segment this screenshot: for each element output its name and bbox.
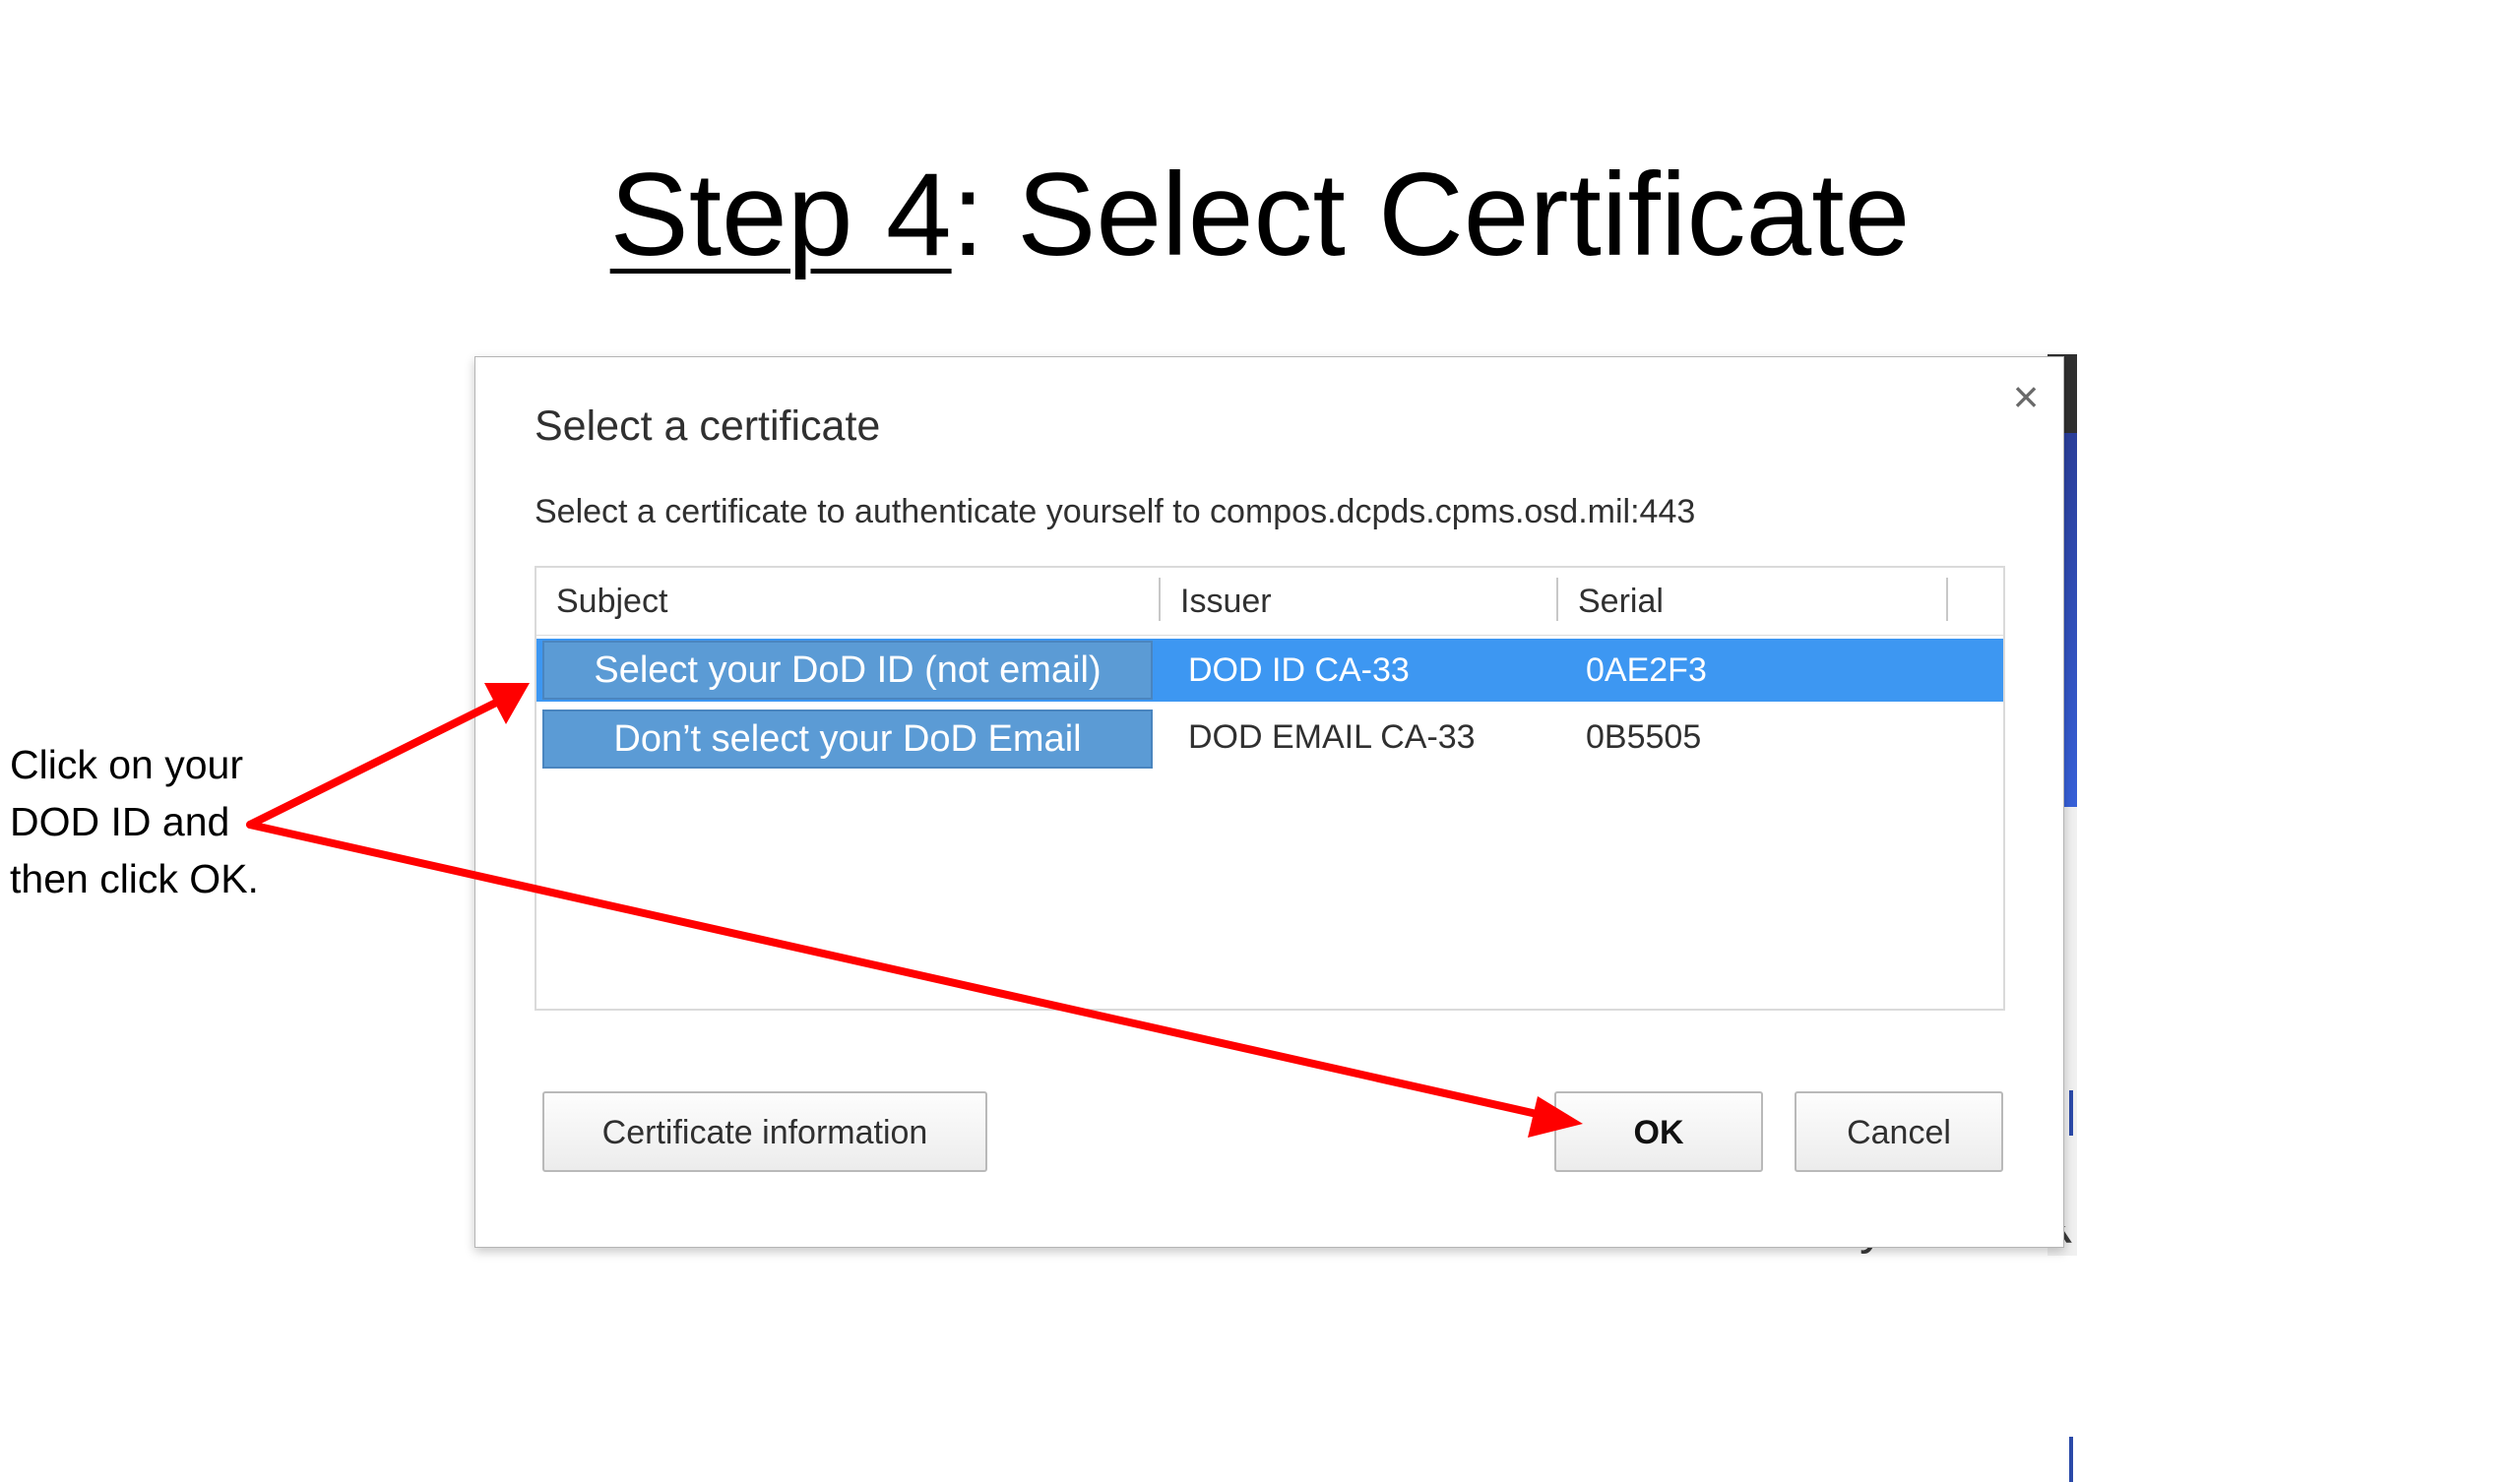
table-row[interactable]: Don’t select your DoD Email DOD EMAIL CA…: [536, 706, 2003, 769]
instruction-note: Click on your DOD ID and then click OK.: [10, 736, 259, 907]
ok-button[interactable]: OK: [1554, 1091, 1763, 1172]
instruction-line: then click OK.: [10, 856, 259, 901]
column-header-issuer[interactable]: Issuer: [1161, 568, 1558, 635]
column-header-subject[interactable]: Subject: [536, 568, 1161, 635]
serial-cell[interactable]: 0B5505: [1558, 706, 1701, 769]
certificate-table: Subject Issuer Serial Select your DoD ID…: [535, 566, 2005, 1011]
issuer-cell[interactable]: DOD ID CA-33: [1161, 639, 1410, 702]
slide-title-text: : Select Certificate: [951, 149, 1911, 280]
column-header-serial[interactable]: Serial: [1558, 568, 1948, 635]
instruction-line: DOD ID and: [10, 799, 230, 844]
background-window-mark: [2069, 1437, 2073, 1482]
slide-title-step: Step 4: [609, 149, 952, 280]
dialog-title: Select a certificate: [535, 402, 881, 450]
issuer-cell[interactable]: DOD EMAIL CA-33: [1161, 706, 1476, 769]
close-icon[interactable]: ×: [2004, 374, 2048, 419]
table-header: Subject Issuer Serial: [536, 568, 2003, 636]
table-row[interactable]: Select your DoD ID (not email) DOD ID CA…: [536, 639, 2003, 702]
slide-title: Step 4: Select Certificate: [0, 146, 2520, 283]
background-window-mark: [2069, 1090, 2073, 1136]
subject-callout-select[interactable]: Select your DoD ID (not email): [542, 641, 1153, 700]
column-divider[interactable]: [1946, 578, 1948, 621]
dialog-subtitle: Select a certificate to authenticate you…: [535, 493, 1696, 530]
certificate-information-button[interactable]: Certificate information: [542, 1091, 987, 1172]
serial-cell[interactable]: 0AE2F3: [1558, 639, 1707, 702]
subject-callout-dont-select[interactable]: Don’t select your DoD Email: [542, 710, 1153, 769]
instruction-line: Click on your: [10, 742, 243, 787]
cancel-button[interactable]: Cancel: [1795, 1091, 2003, 1172]
select-certificate-dialog: × Select a certificate Select a certific…: [474, 356, 2064, 1248]
